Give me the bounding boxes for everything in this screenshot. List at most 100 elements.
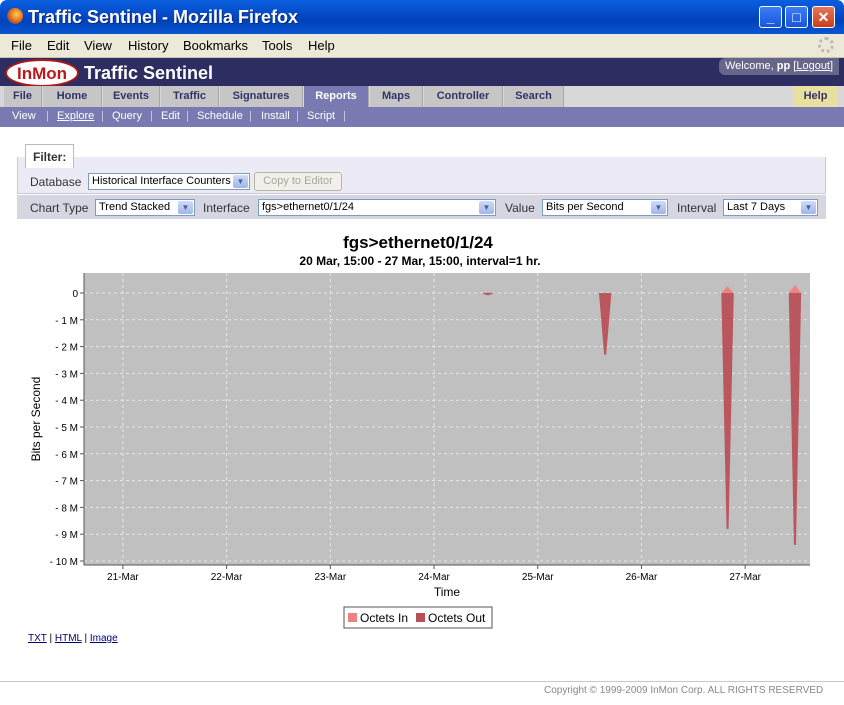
- logout-link[interactable]: Logout: [796, 60, 830, 72]
- subnav-separator: |: [343, 110, 346, 122]
- x-axis: 21-Mar 22-Mar 23-Mar 24-Mar 25-Mar 26-Mar 27-M…: [84, 564, 810, 583]
- y-tick-label: - 6 M: [55, 450, 78, 461]
- subnav-separator: |: [186, 110, 189, 122]
- subnav-explore[interactable]: Explore: [57, 110, 94, 122]
- x-tick-label: 26-Mar: [626, 572, 658, 583]
- chevron-down-icon: ▼: [479, 201, 494, 214]
- menu-bar: File Edit View History Bookmarks Tools H…: [0, 34, 844, 58]
- subnav-separator: |: [296, 110, 299, 122]
- legend-swatch-octets-out: [416, 613, 425, 622]
- minimize-button[interactable]: _: [759, 6, 782, 28]
- tab-home[interactable]: Home: [43, 86, 102, 107]
- txt-link[interactable]: TXT: [28, 633, 47, 644]
- subnav-install[interactable]: Install: [261, 110, 290, 122]
- subnav-separator: |: [46, 110, 49, 122]
- menu-view[interactable]: View: [84, 38, 112, 53]
- y-tick-label: - 5 M: [55, 423, 78, 434]
- database-value: Historical Interface Counters: [92, 175, 231, 187]
- interface-select[interactable]: fgs>ethernet0/1/24 ▼: [258, 199, 496, 216]
- legend-label-octets-in: Octets In: [360, 611, 408, 625]
- image-link[interactable]: Image: [90, 633, 118, 644]
- html-link[interactable]: HTML: [55, 633, 82, 644]
- welcome-prefix: Welcome,: [725, 60, 774, 72]
- window-title: Traffic Sentinel - Mozilla Firefox: [28, 7, 299, 27]
- y-tick-label: 0: [72, 289, 78, 300]
- tab-events[interactable]: Events: [103, 86, 160, 107]
- copyright: Copyright © 1999-2009 InMon Corp. ALL RI…: [544, 685, 824, 696]
- filter-legend: Filter:: [25, 144, 74, 168]
- copy-to-editor-button[interactable]: Copy to Editor: [254, 172, 342, 191]
- maximize-button[interactable]: □: [785, 6, 808, 28]
- export-links: TXT | HTML | Image: [28, 633, 118, 644]
- y-axis-label: Bits per Second: [29, 377, 43, 462]
- y-axis: 0 - 1 M - 2 M - 3 M - 4 M - 5 M - 6 M - 7 M - 8 …: [50, 273, 85, 568]
- y-tick-label: - 8 M: [55, 503, 78, 514]
- welcome-box: Welcome, pp [Logout]: [719, 58, 839, 75]
- subnav-separator: |: [101, 110, 104, 122]
- x-tick-label: 27-Mar: [729, 572, 761, 583]
- menu-history[interactable]: History: [128, 38, 168, 53]
- chart-title: fgs>ethernet0/1/24: [343, 233, 493, 252]
- x-tick-label: 24-Mar: [418, 572, 450, 583]
- subnav-schedule[interactable]: Schedule: [197, 110, 243, 122]
- plot-area: [84, 273, 810, 565]
- subnav-script[interactable]: Script: [307, 110, 335, 122]
- y-tick-label: - 2 M: [55, 343, 78, 354]
- throbber-icon: [818, 37, 834, 53]
- chart-legend: Octets In Octets Out: [343, 606, 493, 629]
- subnav-separator: |: [150, 110, 153, 122]
- x-tick-label: 22-Mar: [211, 572, 243, 583]
- legend-swatch-octets-in: [348, 613, 357, 622]
- menu-tools[interactable]: Tools: [262, 38, 292, 53]
- app-title: Traffic Sentinel: [84, 63, 214, 83]
- tab-traffic[interactable]: Traffic: [161, 86, 219, 107]
- tab-signatures[interactable]: Signatures: [220, 86, 303, 107]
- chart-type-label: Chart Type: [30, 201, 89, 215]
- value-label: Value: [505, 201, 535, 215]
- interval-select[interactable]: Last 7 Days ▼: [723, 199, 818, 216]
- tab-reports[interactable]: Reports: [304, 86, 369, 107]
- chevron-down-icon: ▼: [801, 201, 816, 214]
- x-axis-label: Time: [434, 585, 461, 599]
- tab-search[interactable]: Search: [504, 86, 564, 107]
- interval-value: Last 7 Days: [727, 201, 786, 213]
- chart-subtitle: 20 Mar, 15:00 - 27 Mar, 15:00, interval=…: [299, 254, 540, 268]
- y-tick-label: - 4 M: [55, 396, 78, 407]
- y-tick-label: - 10 M: [50, 557, 78, 568]
- tab-help[interactable]: Help: [793, 86, 838, 107]
- tab-maps[interactable]: Maps: [370, 86, 423, 107]
- value-select[interactable]: Bits per Second ▼: [542, 199, 668, 216]
- menu-bookmarks[interactable]: Bookmarks: [183, 38, 248, 53]
- username: pp: [776, 60, 791, 72]
- subnav-edit[interactable]: Edit: [161, 110, 180, 122]
- tab-controller[interactable]: Controller: [424, 86, 503, 107]
- value-value: Bits per Second: [546, 201, 624, 213]
- y-tick-label: - 3 M: [55, 369, 78, 380]
- database-label: Database: [30, 175, 82, 189]
- subnav-query[interactable]: Query: [112, 110, 142, 122]
- window-titlebar: Traffic Sentinel - Mozilla Firefox _ □ ✕: [0, 0, 844, 34]
- menu-edit[interactable]: Edit: [47, 38, 69, 53]
- menu-help[interactable]: Help: [308, 38, 335, 53]
- interface-value: fgs>ethernet0/1/24: [262, 201, 355, 213]
- footer-divider: [0, 681, 844, 682]
- tab-file[interactable]: File: [4, 86, 42, 107]
- interval-label: Interval: [677, 201, 717, 215]
- menu-file[interactable]: File: [11, 38, 32, 53]
- legend-label-octets-out: Octets Out: [428, 611, 486, 625]
- inmon-logo: InMon: [5, 59, 79, 87]
- chevron-down-icon: ▼: [178, 201, 193, 214]
- x-tick-label: 21-Mar: [107, 572, 139, 583]
- chart-type-select[interactable]: Trend Stacked ▼: [95, 199, 195, 216]
- close-button[interactable]: ✕: [812, 6, 835, 28]
- trend-chart: fgs>ethernet0/1/24 20 Mar, 15:00 - 27 Ma…: [29, 233, 810, 629]
- interface-label: Interface: [203, 201, 250, 215]
- y-tick-label: - 9 M: [55, 530, 78, 541]
- database-select[interactable]: Historical Interface Counters ▼: [88, 173, 250, 190]
- logo-text: InMon: [16, 64, 68, 83]
- subnav-separator: |: [249, 110, 252, 122]
- x-tick-label: 23-Mar: [314, 572, 346, 583]
- subnav-view[interactable]: View: [12, 110, 36, 122]
- chart-type-value: Trend Stacked: [99, 201, 171, 213]
- chevron-down-icon: ▼: [651, 201, 666, 214]
